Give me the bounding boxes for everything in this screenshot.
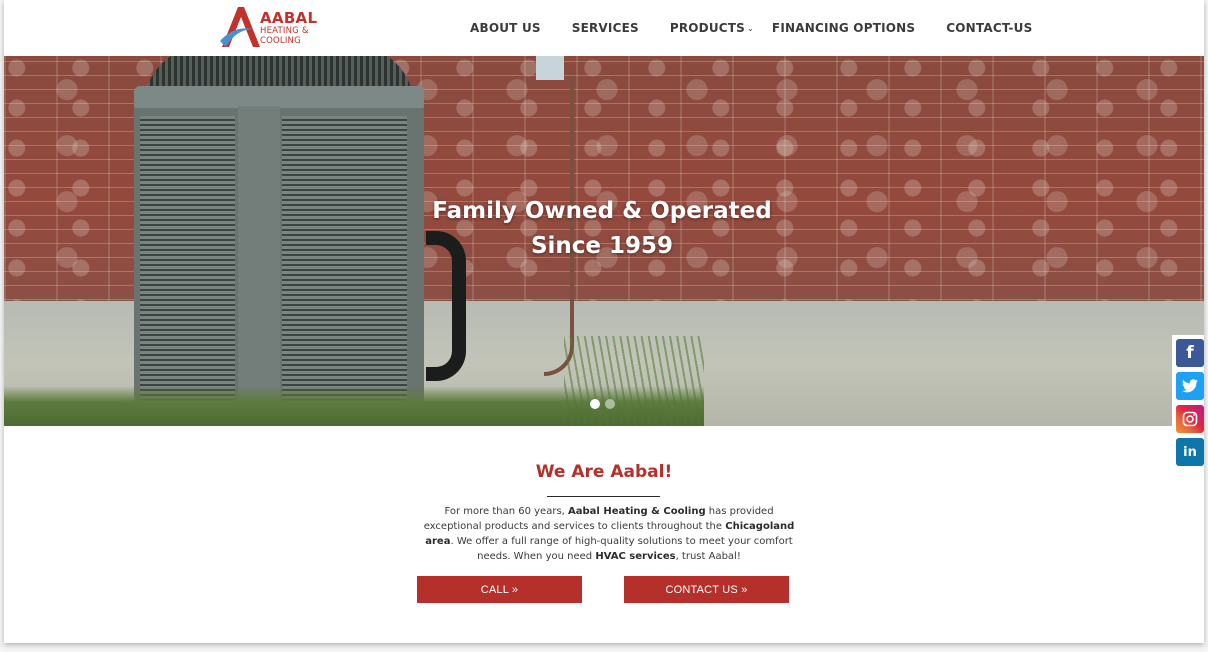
brand-subtitle-2: COOLING bbox=[260, 36, 301, 46]
hero-slider: Family Owned & Operated Since 1959 bbox=[4, 56, 1204, 426]
nav-services[interactable]: SERVICES bbox=[572, 21, 639, 35]
chevron-down-icon: ⌄ bbox=[747, 23, 754, 33]
intro-paragraph: For more than 60 years, Aabal Heating & … bbox=[414, 504, 804, 564]
slider-pagination bbox=[590, 399, 615, 409]
hero-title-line-2: Since 1959 bbox=[530, 233, 674, 259]
hero-title-line-1: Family Owned & Operated bbox=[432, 198, 772, 224]
contact-us-button[interactable]: CONTACT US » bbox=[624, 576, 789, 603]
linkedin-glyph: in bbox=[1183, 444, 1197, 460]
ac-lid bbox=[134, 86, 424, 108]
call-button[interactable]: CALL » bbox=[417, 576, 582, 603]
heading-divider bbox=[547, 496, 660, 497]
nav-products[interactable]: PRODUCTS ⌄ bbox=[670, 21, 754, 35]
nav-about-us[interactable]: ABOUT US bbox=[470, 21, 541, 35]
nav-contact-us[interactable]: CONTACT-US bbox=[946, 21, 1032, 35]
hero-title: Family Owned & Operated Since 1959 bbox=[4, 194, 1204, 264]
social-sidebar: f in bbox=[1172, 335, 1204, 471]
browser-page: AABAL HEATING & COOLING ABOUT US SERVICE… bbox=[4, 0, 1204, 643]
instagram-camera-icon bbox=[1182, 411, 1198, 427]
intro-text-part: For more than 60 years, bbox=[444, 506, 569, 517]
nav-financing-label: FINANCING OPTIONS bbox=[771, 21, 916, 35]
brand-subtitle-1: HEATING & bbox=[260, 26, 309, 36]
nav-contact-label: CONTACT-US bbox=[946, 21, 1033, 35]
site-header: AABAL HEATING & COOLING ABOUT US SERVICE… bbox=[4, 0, 1204, 56]
main-nav: ABOUT US SERVICES PRODUCTS ⌄ FINANCING OP… bbox=[470, 0, 1032, 56]
nav-products-label: PRODUCTS bbox=[669, 21, 746, 35]
logo-a-icon bbox=[220, 7, 260, 47]
facebook-icon[interactable]: f bbox=[1176, 339, 1204, 367]
slider-dot-2[interactable] bbox=[605, 399, 615, 409]
intro-company-name: Aabal Heating & Cooling bbox=[568, 506, 706, 517]
slider-dot-1[interactable] bbox=[590, 399, 600, 409]
twitter-bird-icon bbox=[1182, 379, 1198, 393]
twitter-icon[interactable] bbox=[1176, 372, 1204, 400]
facebook-glyph: f bbox=[1186, 343, 1194, 363]
intro-text-part: , trust Aabal! bbox=[675, 551, 741, 562]
brand-logo[interactable]: AABAL HEATING & COOLING bbox=[218, 5, 328, 49]
nav-financing-options[interactable]: FINANCING OPTIONS bbox=[772, 21, 915, 35]
nav-about-us-label: ABOUT US bbox=[470, 21, 541, 35]
grass-blades bbox=[564, 336, 704, 426]
brand-name: AABAL bbox=[260, 9, 318, 27]
intro-hvac-services: HVAC services bbox=[595, 551, 676, 562]
nav-services-label: SERVICES bbox=[571, 21, 639, 35]
instagram-icon[interactable] bbox=[1176, 405, 1204, 433]
intro-heading: We Are Aabal! bbox=[535, 462, 673, 482]
